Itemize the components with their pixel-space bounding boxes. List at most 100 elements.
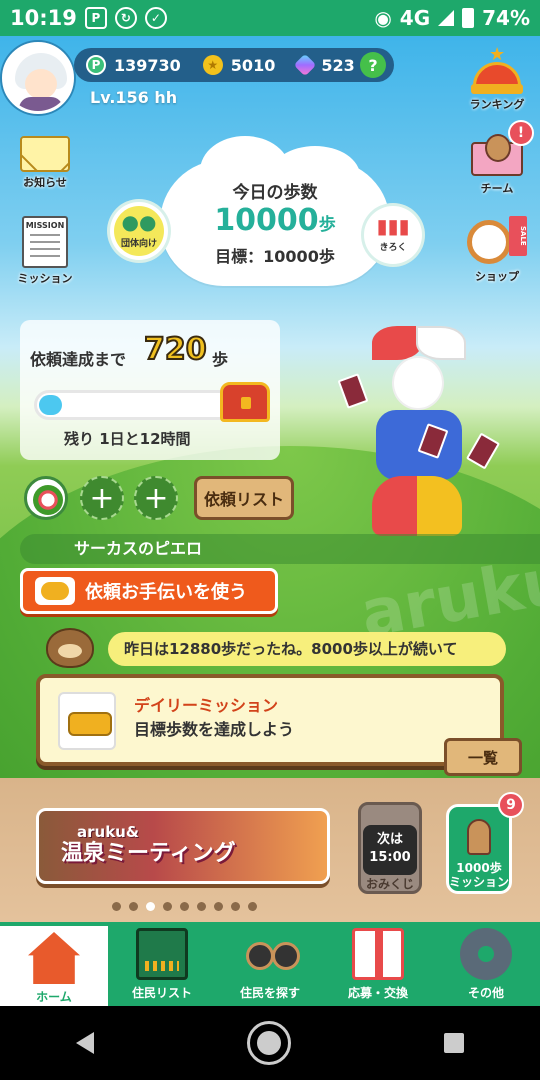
- clown-character[interactable]: [332, 326, 512, 566]
- carousel-dots: [112, 902, 257, 911]
- bear-icon: [467, 819, 491, 855]
- nav-home-label: ホーム: [36, 990, 72, 1004]
- gem-icon: [294, 53, 317, 77]
- clown-pants: [372, 476, 462, 536]
- recent-apps-icon[interactable]: [443, 1033, 464, 1053]
- help-button[interactable]: ?: [360, 52, 386, 78]
- request-remaining: 720: [143, 331, 208, 368]
- steps-unit: 歩: [318, 215, 336, 235]
- home-circle-icon[interactable]: [246, 1021, 291, 1065]
- carousel-dot[interactable]: [112, 902, 121, 911]
- carousel-dot[interactable]: [197, 902, 206, 911]
- signal-icon: [438, 10, 455, 26]
- time-remaining-prefix: 残り: [64, 430, 100, 448]
- ranking-button[interactable]: ★ ランキング: [462, 44, 532, 112]
- nav-resident-list[interactable]: 住民リスト: [108, 922, 216, 1006]
- record-label: きろく: [379, 243, 407, 253]
- treasure-chest-icon: [220, 382, 270, 422]
- nav-apply-exchange[interactable]: 応募・交換: [324, 922, 432, 1006]
- daily-mission-title: デイリーミッション: [134, 696, 279, 715]
- clown-face: [392, 356, 444, 410]
- mascot-message[interactable]: 昨日は12880歩だったね。8000歩以上が続いて: [108, 632, 506, 666]
- daily-mission-desc: 目標歩数を達成しよう: [134, 720, 295, 739]
- shop-button[interactable]: SALE ショップ: [462, 216, 532, 284]
- carousel-dot[interactable]: [146, 902, 155, 911]
- gear-icon: [460, 928, 512, 980]
- steps-mission-button[interactable]: 1000歩 ミッション: [446, 804, 512, 894]
- status-right: ◉ 4G 74%: [374, 6, 530, 30]
- steps-title: 今日の歩数: [232, 183, 318, 203]
- notices-button[interactable]: お知らせ: [10, 136, 80, 190]
- nav-find-residents[interactable]: 住民を探す: [216, 922, 324, 1006]
- banner-title: aruku&: [77, 823, 139, 841]
- group-label: 団体向け: [120, 239, 157, 249]
- carousel-dot[interactable]: [214, 902, 223, 911]
- use-help-button[interactable]: 依頼お手伝いを使う: [20, 568, 278, 614]
- house-icon: [28, 932, 80, 984]
- points-icon: P: [86, 55, 106, 75]
- carousel-dot[interactable]: [231, 902, 240, 911]
- status-bar: 10:19 P ↻ ✓ ◉ 4G 74%: [0, 0, 540, 36]
- bottom-panel: aruku& 温泉ミーティング 次は 15:00 おみくじ 1000歩 ミッショ…: [0, 778, 540, 922]
- location-icon: ◉: [374, 6, 392, 30]
- step-counter-cloud: 今日の歩数 10000歩 目標：10000歩: [160, 136, 390, 286]
- mission-card-label: MISSION: [25, 221, 65, 230]
- record-button[interactable]: ▮▮▮ きろく: [364, 206, 422, 264]
- carousel-dot[interactable]: [180, 902, 189, 911]
- back-icon[interactable]: [76, 1032, 95, 1054]
- team-notification-badge: !: [508, 120, 534, 146]
- status-time: 10:19: [10, 6, 77, 30]
- carousel-dot[interactable]: [163, 902, 172, 911]
- coin-icon: ★: [202, 55, 223, 75]
- playing-card-icon: [465, 432, 501, 470]
- steps-mission-badge: 9: [498, 792, 524, 818]
- mission-button[interactable]: MISSION ミッション: [10, 216, 80, 286]
- daily-mission-card[interactable]: デイリーミッション 目標歩数を達成しよう 一覧: [36, 674, 522, 776]
- mission-label: ミッション: [17, 272, 73, 285]
- shop-magnifier: [467, 220, 511, 264]
- helper-avatar-face: [33, 485, 63, 515]
- shield-icon: ✓: [144, 7, 167, 29]
- omikuji-timer: 次は 15:00: [363, 825, 417, 875]
- clown-hat-right: [416, 326, 466, 360]
- network-label: 4G: [399, 6, 431, 30]
- gift-icon: [352, 928, 404, 980]
- parking-icon: P: [84, 7, 107, 29]
- daily-mission-list-button[interactable]: 一覧: [444, 738, 522, 776]
- request-list-button[interactable]: 依頼リスト: [194, 476, 294, 520]
- nav-find-residents-label: 住民を探す: [239, 986, 300, 1000]
- clown-hat-left: [372, 326, 422, 360]
- add-helper-slot[interactable]: +: [80, 476, 124, 520]
- steps-value: 10000歩: [160, 203, 390, 243]
- request-panel: 依頼達成まで 720 歩 残り 1日と12時間: [20, 320, 280, 460]
- nav-home[interactable]: ホーム: [0, 922, 108, 1006]
- group-button[interactable]: ●● 団体向け: [110, 202, 168, 260]
- nav-other[interactable]: その他: [432, 922, 540, 1006]
- mission-card-icon: MISSION: [22, 216, 68, 268]
- avatar-face: [25, 69, 57, 99]
- player-level: Lv.156 hh: [90, 88, 178, 107]
- time-remaining: 残り 1日と12時間: [64, 428, 191, 449]
- character-name: サーカスのピエロ: [20, 534, 540, 564]
- home-scene: aruku& P 139730 ★ 5010 523 ? Lv.156 hh お…: [0, 36, 540, 778]
- time-remaining-value: 1日と12時間: [99, 430, 191, 448]
- helper-avatar[interactable]: [24, 476, 68, 520]
- playing-card-icon: [337, 373, 369, 409]
- battery-level: 74%: [482, 6, 530, 30]
- steps-mission-label: 1000歩 ミッション: [449, 861, 509, 889]
- profile-avatar[interactable]: [2, 42, 74, 114]
- book-icon: [136, 928, 188, 980]
- battery-icon: [462, 8, 475, 28]
- carousel-dot[interactable]: [129, 902, 138, 911]
- add-helper-slot[interactable]: +: [134, 476, 178, 520]
- gems-value: 523: [321, 55, 355, 75]
- use-help-label: 依頼お手伝いを使う: [85, 582, 247, 603]
- mission-card-lines: [30, 234, 60, 258]
- currency-bar: P 139730 ★ 5010 523 ?: [74, 48, 394, 82]
- carousel-dot[interactable]: [248, 902, 257, 911]
- omikuji-button[interactable]: 次は 15:00 おみくじ: [358, 802, 422, 894]
- nav-other-label: その他: [467, 986, 504, 1000]
- points-value: 139730: [114, 55, 181, 75]
- crown-icon: ★: [467, 44, 527, 94]
- event-banner[interactable]: aruku& 温泉ミーティング: [36, 808, 330, 884]
